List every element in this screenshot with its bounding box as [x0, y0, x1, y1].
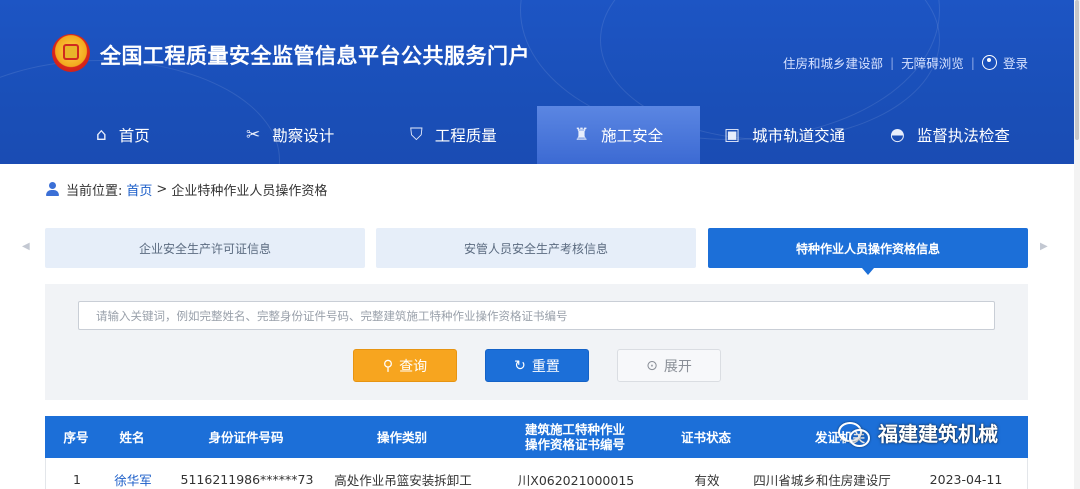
login-link[interactable]: 登录	[1003, 53, 1028, 72]
cell-index: 1	[73, 471, 81, 487]
national-emblem-logo	[52, 34, 90, 72]
site-title: 全国工程质量安全监管信息平台公共服务门户	[100, 44, 530, 68]
nav-item-label: 施工安全	[601, 127, 664, 145]
breadcrumb-separator: >	[156, 182, 168, 197]
nav-item-label: 工程质量	[434, 127, 497, 145]
cell-name-link[interactable]: 徐华军	[108, 458, 158, 489]
tools-icon: ✂	[246, 125, 261, 145]
column-header-name: 姓名	[119, 429, 145, 445]
nav-item-label: 勘察设计	[272, 127, 335, 145]
tab-next-arrow-icon[interactable]: ▶	[1040, 241, 1048, 252]
cell-cert-no: 川X062021000015	[517, 472, 635, 488]
tab-special-operator-qualification[interactable]: 特种作业人员操作资格信息	[708, 228, 1028, 275]
worker-icon: ♜	[573, 125, 590, 145]
divider: |	[970, 55, 975, 70]
location-person-icon	[45, 182, 60, 197]
wechat-icon	[838, 420, 870, 447]
page-scrollbar[interactable]	[1074, 0, 1080, 489]
nav-item-supervision[interactable]: ◓ 监督执法检查	[890, 106, 1010, 164]
expand-button-label: 展开	[663, 358, 692, 375]
search-icon: ⚲	[382, 357, 394, 374]
nav-item-quality[interactable]: ⛉ 工程质量	[410, 106, 497, 164]
search-input[interactable]	[78, 301, 995, 330]
tab-safety-manager-assessment[interactable]: 安管人员安全生产考核信息	[376, 228, 696, 268]
reset-button[interactable]: ↻ 重置	[485, 349, 589, 382]
table-row[interactable]: 1 徐华军 5116211986******73 高处作业吊篮安装拆卸工 川X0…	[45, 458, 1028, 489]
column-header-cert-no-line2: 操作资格证书编号	[524, 437, 625, 452]
top-links: 住房和城乡建设部 | 无障碍浏览 | 登录	[783, 53, 1028, 72]
shield-icon: ⛉	[410, 125, 423, 145]
reset-button-label: 重置	[531, 358, 560, 375]
column-header-status: 证书状态	[680, 429, 731, 445]
breadcrumb: 当前位置: 首页 > 企业特种作业人员操作资格	[45, 180, 327, 199]
column-header-cert-no-line1: 建筑施工特种作业	[524, 422, 625, 437]
nav-item-home[interactable]: ⌂ 首页	[96, 106, 150, 164]
nav-item-label: 城市轨道交通	[752, 127, 846, 145]
scrollbar-thumb[interactable]	[1075, 0, 1079, 140]
breadcrumb-prefix: 当前位置:	[66, 184, 123, 199]
watermark-text: 福建建筑机械	[878, 422, 998, 446]
breadcrumb-current: 企业特种作业人员操作资格	[171, 184, 328, 199]
wechat-watermark: 福建建筑机械	[838, 418, 998, 447]
cell-status: 有效	[694, 472, 720, 488]
nav-item-label: 监督执法检查	[916, 127, 1010, 145]
nav-item-rail-transit[interactable]: ▣ 城市轨道交通	[724, 106, 845, 164]
expand-button[interactable]: ⊙ 展开	[617, 349, 721, 382]
ministry-link[interactable]: 住房和城乡建设部	[783, 53, 883, 72]
column-header-id-no: 身份证件号码	[208, 429, 284, 445]
info-tabs: 企业安全生产许可证信息 安管人员安全生产考核信息 特种作业人员操作资格信息	[45, 228, 1028, 275]
police-cap-icon: ◓	[890, 125, 905, 145]
search-panel: ⚲ 查询 ↻ 重置 ⊙ 展开	[45, 284, 1028, 400]
cell-date: 2023-04-11	[929, 471, 1003, 487]
cell-id-no: 5116211986******73	[180, 471, 314, 487]
train-icon: ▣	[724, 125, 741, 145]
query-button[interactable]: ⚲ 查询	[353, 349, 457, 382]
refresh-icon: ↻	[514, 357, 526, 374]
cell-issuer: 四川省城乡和住房建设厅	[753, 472, 891, 488]
home-icon: ⌂	[96, 125, 107, 145]
chevron-down-circle-icon: ⊙	[646, 357, 658, 374]
nav-item-label: 首页	[118, 127, 150, 145]
divider: |	[890, 55, 895, 70]
accessibility-link[interactable]: 无障碍浏览	[901, 53, 964, 72]
query-button-label: 查询	[399, 358, 428, 375]
main-nav: ⌂ 首页 ✂ 勘察设计 ⛉ 工程质量 ♜ 施工安全 ▣ 城市轨道交通 ◓ 监督执…	[0, 106, 1074, 164]
user-icon[interactable]	[981, 55, 997, 70]
nav-item-construction-safety[interactable]: ♜ 施工安全	[537, 106, 700, 164]
tab-prev-arrow-icon[interactable]: ◀	[22, 241, 30, 252]
nav-item-survey-design[interactable]: ✂ 勘察设计	[246, 106, 334, 164]
cell-category: 高处作业吊篮安装拆卸工	[334, 472, 472, 488]
tab-enterprise-license[interactable]: 企业安全生产许可证信息	[45, 228, 365, 268]
column-header-cert-no: 建筑施工特种作业 操作资格证书编号	[510, 416, 640, 458]
breadcrumb-home-link[interactable]: 首页	[126, 180, 152, 199]
column-header-index: 序号	[63, 429, 89, 445]
column-header-category: 操作类别	[376, 429, 427, 445]
site-header: 全国工程质量安全监管信息平台公共服务门户 住房和城乡建设部 | 无障碍浏览 | …	[0, 0, 1074, 164]
